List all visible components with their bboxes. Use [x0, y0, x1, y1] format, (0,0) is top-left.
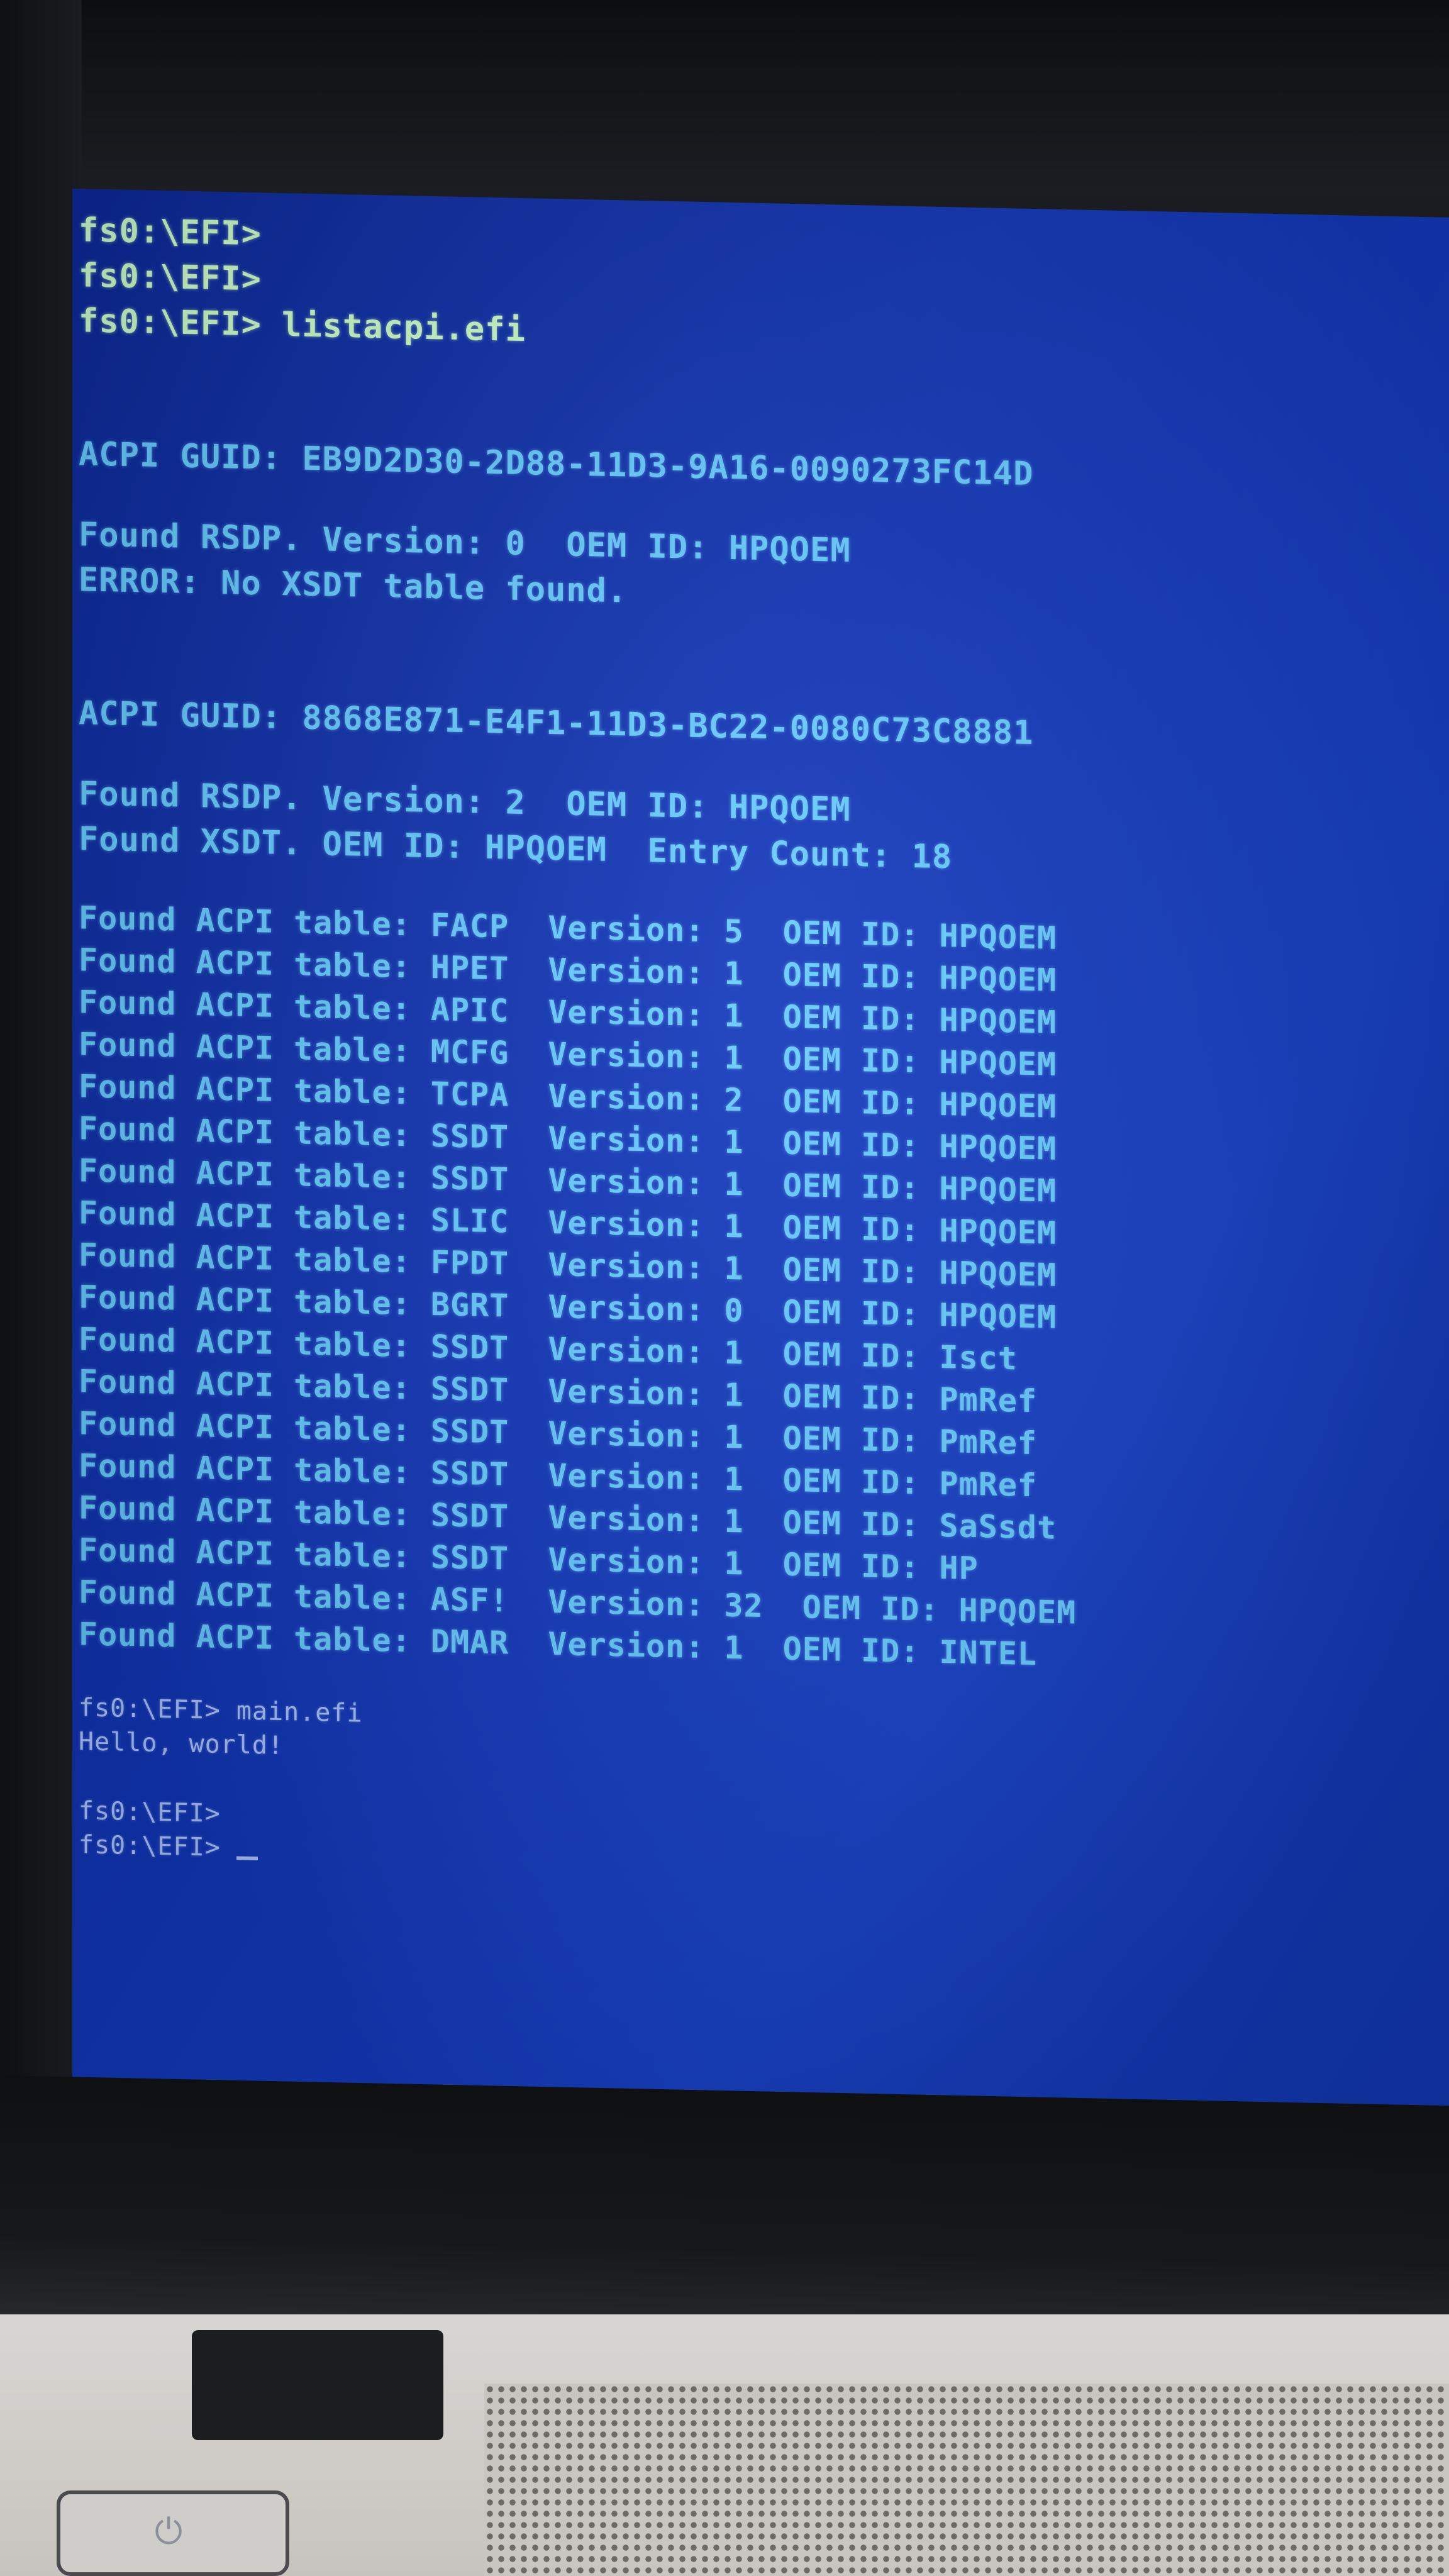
monitor-bezel-left [0, 0, 82, 2264]
laptop-hinge [192, 2330, 443, 2440]
shell-prompt: fs0:\EFI> [79, 1830, 236, 1863]
power-icon: ⏻ [154, 2511, 183, 2552]
efi-shell-screen: fs0:\EFI> fs0:\EFI> fs0:\EFI> listacpi.e… [72, 189, 1449, 2117]
terminal-output[interactable]: fs0:\EFI> fs0:\EFI> fs0:\EFI> listacpi.e… [79, 208, 1431, 1890]
power-button[interactable]: ⏻ [57, 2490, 289, 2576]
speaker-grille [484, 2384, 1449, 2576]
text-cursor [236, 1856, 258, 1861]
